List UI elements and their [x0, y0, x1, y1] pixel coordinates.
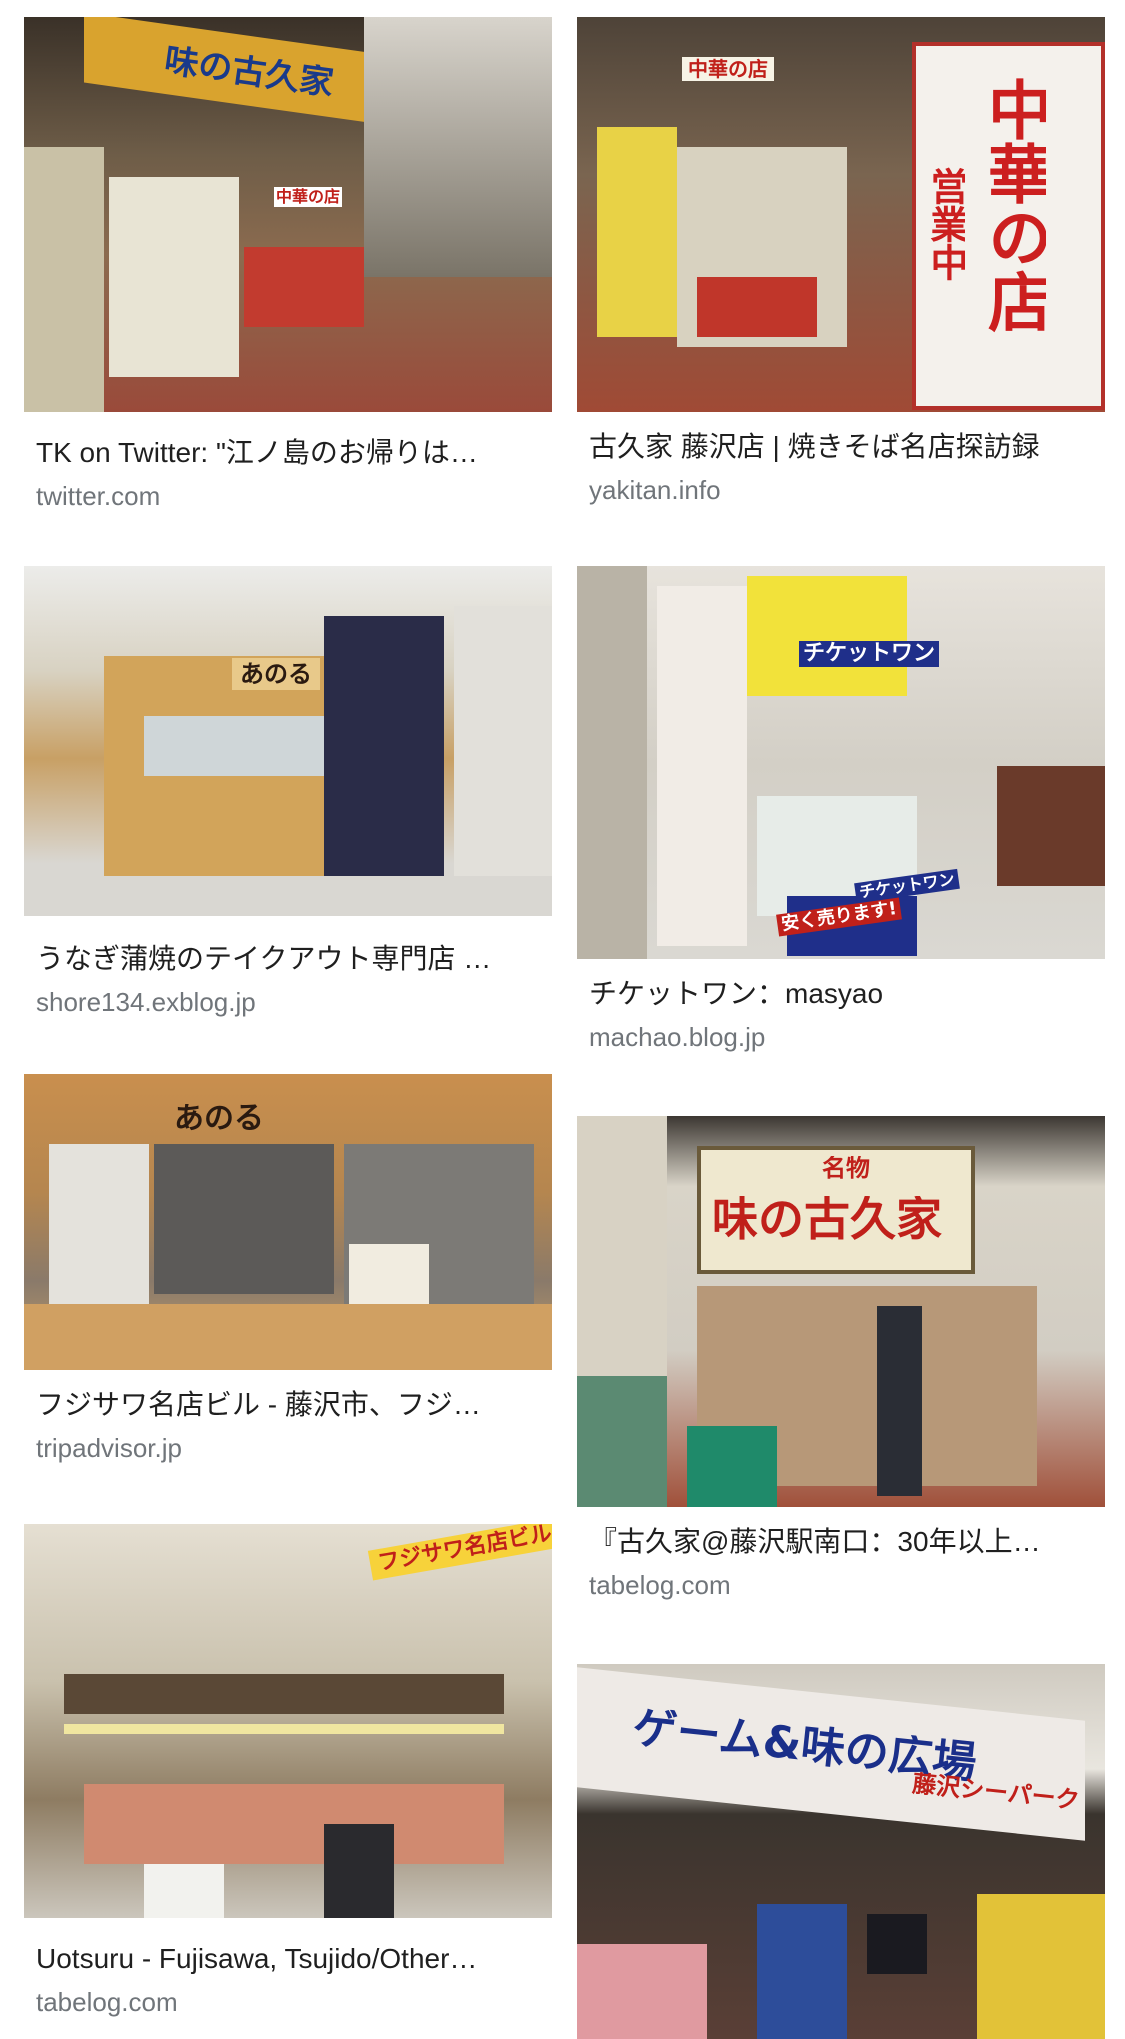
result-title[interactable]: 古久家 藤沢店 | 焼きそば名店探訪録 [589, 430, 1109, 464]
result-card-twitter[interactable]: 味の古久家 中華の店 TK on Twitter: "江ノ島のお帰りは… twi… [24, 17, 552, 512]
result-thumbnail[interactable]: ゲーム&味の広場 藤沢シーパーク [577, 1664, 1105, 2039]
image-sign-text: チケットワン [799, 641, 940, 667]
result-card-tabelog-uotsuru[interactable]: フジサワ名店ビル Uotsuru - Fujisawa, Tsujido/Oth… [24, 1524, 552, 2018]
result-source[interactable]: tripadvisor.jp [36, 1432, 552, 1464]
image-sign-text: 中華の店 [982, 77, 1046, 333]
image-sign-text: 中華の店 [274, 187, 343, 207]
result-thumbnail[interactable]: フジサワ名店ビル [24, 1524, 552, 1918]
result-thumbnail[interactable]: あのる [24, 566, 552, 916]
image-sign-text: 営業中 [927, 167, 965, 281]
result-card-tripadvisor[interactable]: あのる フジサワ名店ビル - 藤沢市、フジ… tripadvisor.jp [24, 1074, 552, 1464]
result-source[interactable]: twitter.com [36, 480, 552, 512]
result-title[interactable]: チケットワン：masyao [589, 977, 1109, 1011]
result-title[interactable]: TK on Twitter: "江ノ島のお帰りは… [36, 436, 556, 470]
result-thumbnail[interactable]: 味の古久家 名物 [577, 1116, 1105, 1507]
result-source[interactable]: tabelog.com [589, 1569, 1105, 1601]
result-title[interactable]: 『古久家@藤沢駅南口：30年以上… [589, 1525, 1109, 1559]
result-card-seapark[interactable]: ゲーム&味の広場 藤沢シーパーク [577, 1664, 1105, 2039]
result-card-yakitan[interactable]: 中華の店 中華の店 営業中 古久家 藤沢店 | 焼きそば名店探訪録 yakita… [577, 17, 1105, 506]
result-thumbnail[interactable]: チケットワン 安く売ります! チケットワン [577, 566, 1105, 959]
result-title[interactable]: うなぎ蒲焼のテイクアウト専門店 … [36, 942, 556, 976]
image-sign-text: 味の古久家 [712, 1196, 942, 1242]
result-source[interactable]: yakitan.info [589, 474, 1105, 506]
result-title[interactable]: Uotsuru - Fujisawa, Tsujido/Other… [36, 1942, 556, 1976]
result-title[interactable]: フジサワ名店ビル - 藤沢市、フジ… [36, 1388, 556, 1422]
result-thumbnail[interactable]: あのる [24, 1074, 552, 1370]
result-thumbnail[interactable]: 味の古久家 中華の店 [24, 17, 552, 412]
image-sign-text: あのる [174, 1104, 264, 1134]
result-source[interactable]: tabelog.com [36, 1986, 552, 2018]
result-source[interactable]: shore134.exblog.jp [36, 986, 552, 1018]
image-sign-text: あのる [232, 658, 320, 690]
image-sign-text: 中華の店 [682, 57, 774, 81]
result-source[interactable]: machao.blog.jp [589, 1021, 1105, 1053]
result-thumbnail[interactable]: 中華の店 中華の店 営業中 [577, 17, 1105, 412]
result-card-tabelog-kokuya[interactable]: 味の古久家 名物 『古久家@藤沢駅南口：30年以上… tabelog.com [577, 1116, 1105, 1601]
image-sign-text: 名物 [822, 1156, 870, 1180]
result-card-machao[interactable]: チケットワン 安く売ります! チケットワン チケットワン：masyao mach… [577, 566, 1105, 1053]
result-card-shore134[interactable]: あのる うなぎ蒲焼のテイクアウト専門店 … shore134.exblog.jp [24, 566, 552, 1018]
